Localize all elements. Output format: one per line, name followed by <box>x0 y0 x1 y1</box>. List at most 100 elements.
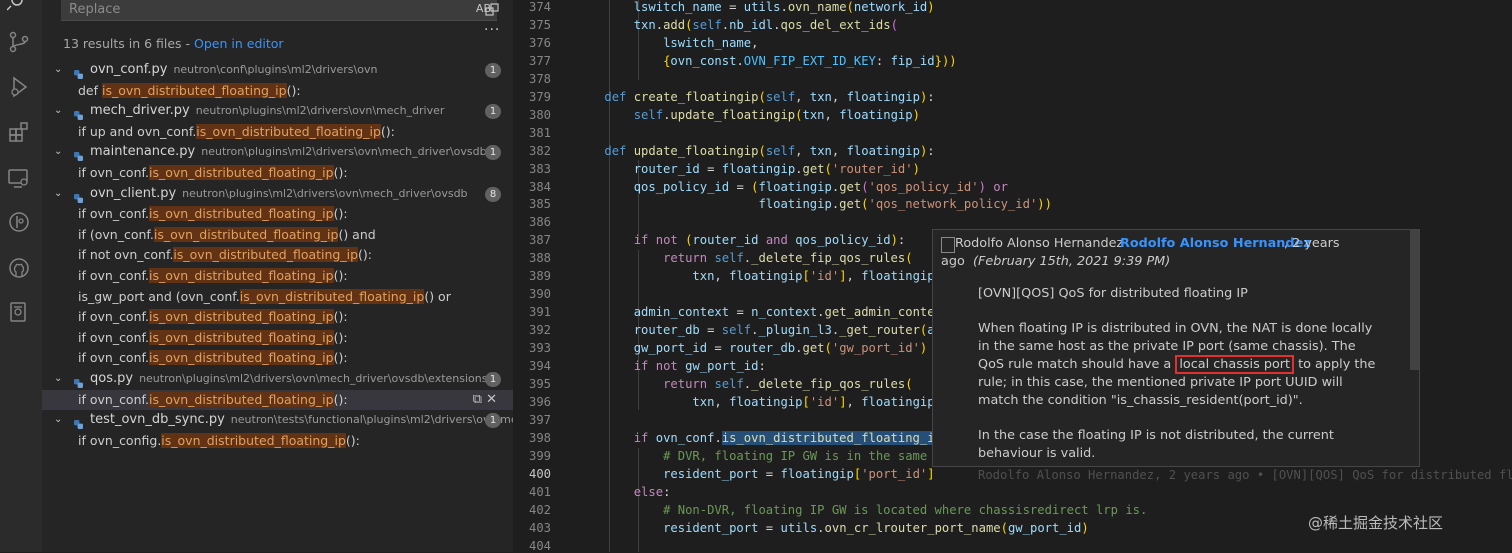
search-icon[interactable] <box>6 0 31 18</box>
code-line[interactable]: def create_floatingip(self, txn, floatin… <box>575 89 934 104</box>
result-match-row[interactable]: if not ovn_conf.is_ovn_distributed_float… <box>42 245 513 266</box>
result-match-row[interactable]: if ovn_conf.is_ovn_distributed_floating_… <box>42 307 513 328</box>
match-prefix: if ovn_conf. <box>78 206 149 222</box>
code-token: update_floatingip <box>670 107 796 122</box>
result-match-row[interactable]: if ovn_conf.is_ovn_distributed_floating_… <box>42 328 513 349</box>
code-token: floatingip <box>780 466 854 481</box>
line-number: 382 <box>528 143 551 158</box>
code-token: ] <box>839 269 847 284</box>
result-match-row[interactable]: if ovn_conf.is_ovn_distributed_floating_… <box>42 204 513 225</box>
chevron-down-icon[interactable]: ⌄ <box>54 184 62 205</box>
result-match-row[interactable]: if ovn_conf.is_ovn_distributed_floating_… <box>42 163 513 184</box>
result-match-row[interactable]: if ovn_config.is_ovn_distributed_floatin… <box>42 431 513 452</box>
chevron-down-icon[interactable]: ⌄ <box>54 142 62 163</box>
code-line[interactable]: if not gw_port_id: <box>575 359 766 373</box>
author-link[interactable]: Rodolfo Alonso Hernandez <box>1120 236 1311 251</box>
code-line[interactable]: {ovn_const.OVN_FIP_EXT_ID_KEY: fip_id})) <box>575 54 957 68</box>
code-line[interactable]: gw_port_id = router_db.get('gw_port_id') <box>575 341 928 355</box>
code-line[interactable]: router_db = self._plugin_l3._get_router(… <box>575 323 935 337</box>
replace-input[interactable]: Replace AB <box>61 0 497 21</box>
chevron-down-icon[interactable]: ⌄ <box>54 369 62 390</box>
result-match-row[interactable]: if (ovn_conf.is_ovn_distributed_floating… <box>42 225 513 246</box>
chevron-down-icon[interactable]: ⌄ <box>54 60 62 81</box>
code-line[interactable]: qos_policy_id = (floatingip.get('qos_pol… <box>575 180 1008 194</box>
blame-hover-popup[interactable]: Rodolfo Alonso Hernandez Rodolfo Alonso … <box>932 229 1420 467</box>
match-highlight: is_ovn_distributed_floating_ip <box>148 267 334 283</box>
line-number: 396 <box>528 394 551 409</box>
commit-body-p2: In the case the floating IP is not distr… <box>978 428 1334 461</box>
github-icon[interactable] <box>7 256 31 280</box>
result-file-row[interactable]: ⌄ test_ovn_db_sync.py neutron\tests\functi… <box>42 410 534 431</box>
match-actions: ⧉ ✕ <box>473 390 497 411</box>
code-token: ] <box>839 394 847 409</box>
python-file-icon <box>74 148 83 162</box>
result-match-row[interactable]: if up and ovn_conf.is_ovn_distributed_fl… <box>42 122 513 143</box>
result-match-row[interactable]: if ovn_conf.is_ovn_distributed_floating_… <box>42 389 513 411</box>
result-file-row[interactable]: ⌄ ovn_client.py neutron\plugins\ml2\driver… <box>42 184 513 205</box>
code-line[interactable]: resident_port = utils.ovn_cr_lrouter_por… <box>575 521 1089 535</box>
result-file-row[interactable]: ⌄ qos.py neutron\plugins\ml2\drivers\ovn\m… <box>42 369 513 390</box>
code-line[interactable]: self.update_floatingip(txn, floatingip) <box>575 108 920 122</box>
code-line[interactable]: txn, floatingip['id'], floatingip <box>575 269 934 284</box>
popup-scrollbar[interactable] <box>1410 230 1419 370</box>
run-debug-icon[interactable] <box>7 75 31 99</box>
code-token: ) <box>978 179 986 194</box>
code-line[interactable]: txn, floatingip['id'], floatingip <box>575 394 934 409</box>
code-line[interactable]: floatingip.get('qos_network_policy_id')) <box>575 197 1052 211</box>
code-token: floatingip <box>758 179 832 194</box>
result-match-row[interactable]: def is_ovn_distributed_floating_ip(): <box>42 81 513 102</box>
replace-all-icon[interactable] <box>484 2 500 18</box>
result-file-row[interactable]: ⌄ maintenance.py neutron\plugins\ml2\drive… <box>42 142 513 163</box>
code-line[interactable]: if ovn_conf.is_ovn_distributed_floating_… <box>575 430 935 445</box>
result-file-row[interactable]: ⌄ mech_driver.py neutron\plugins\ml2\drive… <box>42 101 513 122</box>
code-line[interactable]: else: <box>575 485 671 499</box>
more-actions-icon[interactable]: ··· <box>484 22 500 38</box>
replace-icon[interactable]: ⧉ <box>473 392 482 407</box>
code-token: if <box>633 359 649 373</box>
code-line[interactable]: txn.add(self.nb_idl.qos_del_ext_ids( <box>575 18 898 32</box>
code-line[interactable]: # Non-DVR, floating IP GW is located whe… <box>575 503 1147 517</box>
line-number: 378 <box>528 71 551 86</box>
code-line[interactable]: # DVR, floating IP GW is in the same <box>575 449 927 463</box>
code-line[interactable]: resident_port = floatingip['port_id'] <box>575 467 935 481</box>
open-in-editor-link[interactable]: Open in editor <box>194 36 284 51</box>
remote-explorer-icon[interactable] <box>7 166 31 190</box>
match-highlight: is_ovn_distributed_floating_ip <box>239 288 425 304</box>
code-line[interactable]: return self._delete_fip_qos_rules( <box>575 377 913 391</box>
match-count-badge: 1 <box>485 371 501 387</box>
code-line[interactable]: return self._delete_fip_qos_rules( <box>575 251 913 265</box>
docker-icon[interactable] <box>7 300 31 324</box>
result-match-row[interactable]: if ovn_conf.is_ovn_distributed_floating_… <box>42 348 513 369</box>
commit-date: (February 15th, 2021 9:39 PM) <box>973 254 1171 269</box>
chevron-down-icon[interactable]: ⌄ <box>54 410 62 431</box>
extensions-icon[interactable] <box>7 120 31 144</box>
code-token: txn <box>802 107 825 122</box>
code-token: ( <box>905 376 913 391</box>
match-count-badge: 1 <box>485 145 501 161</box>
code-line[interactable]: lswitch_name, <box>575 36 758 50</box>
code-line[interactable]: router_id = floatingip.get('router_id') <box>575 162 920 176</box>
result-match-row[interactable]: is_gw_port and (ovn_conf.is_ovn_distribu… <box>42 287 513 308</box>
code-token: self <box>633 107 664 122</box>
chevron-down-icon[interactable]: ⌄ <box>54 101 62 122</box>
code-line[interactable]: admin_context = n_context.get_admin_cont… <box>575 305 935 319</box>
dismiss-icon[interactable]: ✕ <box>486 392 497 407</box>
result-file-row[interactable]: ⌄ ovn_conf.py neutron\conf\plugins\ml2\dri… <box>42 60 513 81</box>
code-line[interactable]: if not (router_id and qos_policy_id): <box>575 233 906 247</box>
code-token: . <box>795 161 803 176</box>
code-token: , <box>795 89 803 104</box>
code-line[interactable]: def update_floatingip(self, txn, floatin… <box>575 144 934 158</box>
code-token: resident_port <box>663 520 759 535</box>
source-control-icon[interactable] <box>7 30 31 54</box>
gitlens-icon[interactable] <box>7 210 31 234</box>
result-match-row[interactable]: if ovn_conf.is_ovn_distributed_floating_… <box>42 266 513 287</box>
code-line[interactable]: lswitch_name = utils.ovn_name(network_id… <box>575 0 935 14</box>
